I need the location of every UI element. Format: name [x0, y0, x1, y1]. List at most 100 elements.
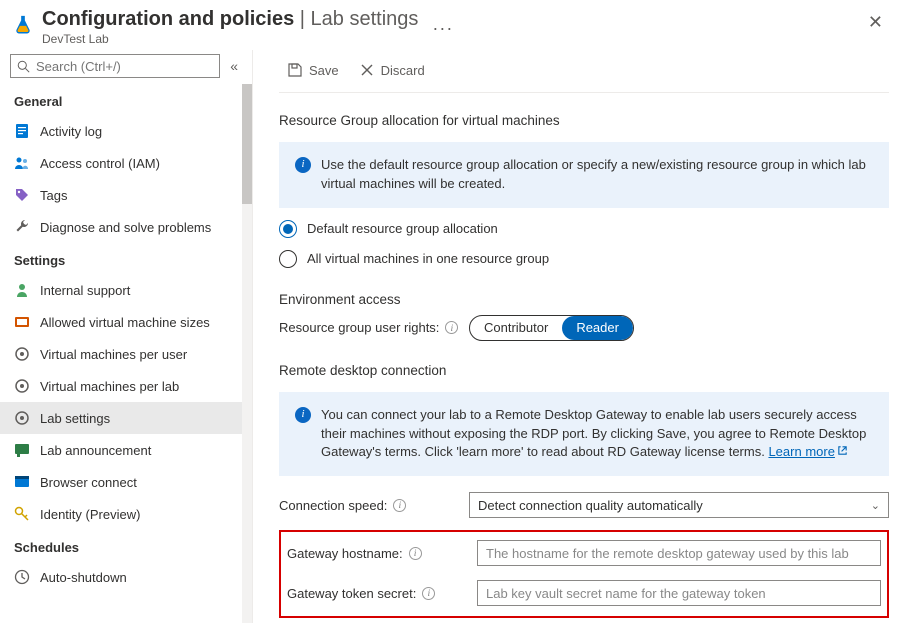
log-icon: [14, 123, 30, 139]
sidebar-item-tags[interactable]: Tags: [0, 179, 242, 211]
sidebar-item-diagnose[interactable]: Diagnose and solve problems: [0, 211, 242, 243]
sidebar-item-label: Auto-shutdown: [40, 570, 127, 585]
radio-one-rg[interactable]: All virtual machines in one resource gro…: [279, 250, 889, 268]
sidebar-item-label: Browser connect: [40, 475, 137, 490]
label-text: Gateway token secret:: [287, 586, 416, 601]
group-settings: Settings: [0, 243, 242, 274]
radio-default-alloc[interactable]: Default resource group allocation: [279, 220, 889, 238]
search-input[interactable]: [36, 59, 213, 74]
info-resource-group: i Use the default resource group allocat…: [279, 142, 889, 208]
header-text: Configuration and policies | Lab setting…: [42, 8, 418, 46]
sidebar-item-label: Allowed virtual machine sizes: [40, 315, 210, 330]
title-separator: |: [294, 8, 310, 30]
select-value: Detect connection quality automatically: [478, 498, 703, 513]
field-label: Gateway hostname: i: [287, 546, 477, 561]
gateway-secret-input[interactable]: [477, 580, 881, 606]
radio-label: Default resource group allocation: [307, 221, 498, 236]
sidebar-item-allowed-sizes[interactable]: Allowed virtual machine sizes: [0, 306, 242, 338]
sidebar-item-lab-settings[interactable]: Lab settings: [0, 402, 242, 434]
sidebar-item-browser-connect[interactable]: Browser connect: [0, 466, 242, 498]
info-icon[interactable]: i: [409, 547, 422, 560]
sidebar-item-label: Activity log: [40, 124, 102, 139]
toggle-reader[interactable]: Reader: [562, 316, 633, 340]
sidebar-item-internal-support[interactable]: Internal support: [0, 274, 242, 306]
scrollbar-thumb[interactable]: [242, 84, 252, 204]
sidebar-menu: General Activity log Access control (IAM…: [0, 84, 252, 623]
main-content: Save Discard Resource Group allocation f…: [253, 50, 905, 623]
connection-speed-select[interactable]: Detect connection quality automatically …: [469, 492, 889, 518]
sizes-icon: [14, 314, 30, 330]
sidebar-item-label: Tags: [40, 188, 67, 203]
collapse-sidebar-button[interactable]: «: [226, 56, 242, 76]
announcement-icon: [14, 442, 30, 458]
save-label: Save: [309, 63, 339, 78]
label-text: Resource group user rights:: [279, 320, 439, 335]
link-text: Learn more: [768, 444, 834, 459]
field-label: Connection speed: i: [279, 498, 469, 513]
radio-icon[interactable]: [279, 250, 297, 268]
gear-icon: [14, 346, 30, 362]
toggle-contributor[interactable]: Contributor: [470, 316, 562, 340]
field-connection-speed: Connection speed: i Detect connection qu…: [279, 492, 889, 518]
clock-icon: [14, 569, 30, 585]
radio-icon[interactable]: [279, 220, 297, 238]
sidebar-item-vm-per-user[interactable]: Virtual machines per user: [0, 338, 242, 370]
people-icon: [14, 155, 30, 171]
sidebar-scrollbar[interactable]: [242, 84, 252, 623]
save-icon: [287, 62, 303, 78]
more-button[interactable]: ···: [432, 18, 453, 39]
save-button[interactable]: Save: [279, 58, 347, 82]
discard-label: Discard: [381, 63, 425, 78]
sidebar-item-lab-announcement[interactable]: Lab announcement: [0, 434, 242, 466]
sidebar-item-label: Access control (IAM): [40, 156, 160, 171]
toolbar: Save Discard: [279, 56, 889, 93]
info-rdp: i You can connect your lab to a Remote D…: [279, 392, 889, 477]
search-row: «: [0, 54, 252, 84]
chevron-down-icon: ⌄: [871, 499, 880, 512]
gear-icon: [14, 410, 30, 426]
sidebar-item-label: Lab settings: [40, 411, 110, 426]
info-icon: i: [295, 407, 311, 423]
sidebar-item-label: Internal support: [40, 283, 130, 298]
gateway-highlight: Gateway hostname: i Gateway token secret…: [279, 530, 889, 618]
field-value: Contributor Reader: [469, 315, 889, 341]
title-main: Configuration and policies: [42, 8, 294, 30]
key-icon: [14, 506, 30, 522]
info-icon[interactable]: i: [445, 321, 458, 334]
section-rdp: Remote desktop connection: [279, 363, 889, 378]
field-gateway-hostname: Gateway hostname: i: [287, 540, 881, 566]
group-general: General: [0, 84, 242, 115]
sidebar-item-vm-per-lab[interactable]: Virtual machines per lab: [0, 370, 242, 402]
sidebar-item-label: Virtual machines per lab: [40, 379, 179, 394]
tag-icon: [14, 187, 30, 203]
close-button[interactable]: ✕: [862, 8, 889, 37]
info-icon[interactable]: i: [422, 587, 435, 600]
search-icon: [17, 60, 30, 73]
info-text: Use the default resource group allocatio…: [321, 156, 873, 194]
learn-more-link[interactable]: Learn more: [768, 444, 847, 459]
search-box[interactable]: [10, 54, 220, 78]
sidebar-item-access-control[interactable]: Access control (IAM): [0, 147, 242, 179]
label-text: Gateway hostname:: [287, 546, 403, 561]
menu-items: General Activity log Access control (IAM…: [0, 84, 242, 623]
wrench-icon: [14, 219, 30, 235]
field-gateway-secret: Gateway token secret: i: [287, 580, 881, 606]
subtitle: DevTest Lab: [42, 32, 418, 46]
section-rg-alloc: Resource Group allocation for virtual ma…: [279, 113, 889, 128]
external-link-icon: [837, 445, 848, 456]
support-icon: [14, 282, 30, 298]
sidebar-item-activity-log[interactable]: Activity log: [0, 115, 242, 147]
browser-icon: [14, 474, 30, 490]
sidebar-item-label: Identity (Preview): [40, 507, 140, 522]
sidebar-item-identity[interactable]: Identity (Preview): [0, 498, 242, 530]
info-icon[interactable]: i: [393, 499, 406, 512]
field-user-rights: Resource group user rights: i Contributo…: [279, 315, 889, 341]
toggle-user-rights[interactable]: Contributor Reader: [469, 315, 634, 341]
gateway-hostname-input[interactable]: [477, 540, 881, 566]
sidebar-item-label: Diagnose and solve problems: [40, 220, 211, 235]
discard-button[interactable]: Discard: [351, 58, 433, 82]
info-text: You can connect your lab to a Remote Des…: [321, 406, 873, 463]
label-text: Connection speed:: [279, 498, 387, 513]
field-label: Gateway token secret: i: [287, 586, 477, 601]
sidebar-item-auto-shutdown[interactable]: Auto-shutdown: [0, 561, 242, 593]
